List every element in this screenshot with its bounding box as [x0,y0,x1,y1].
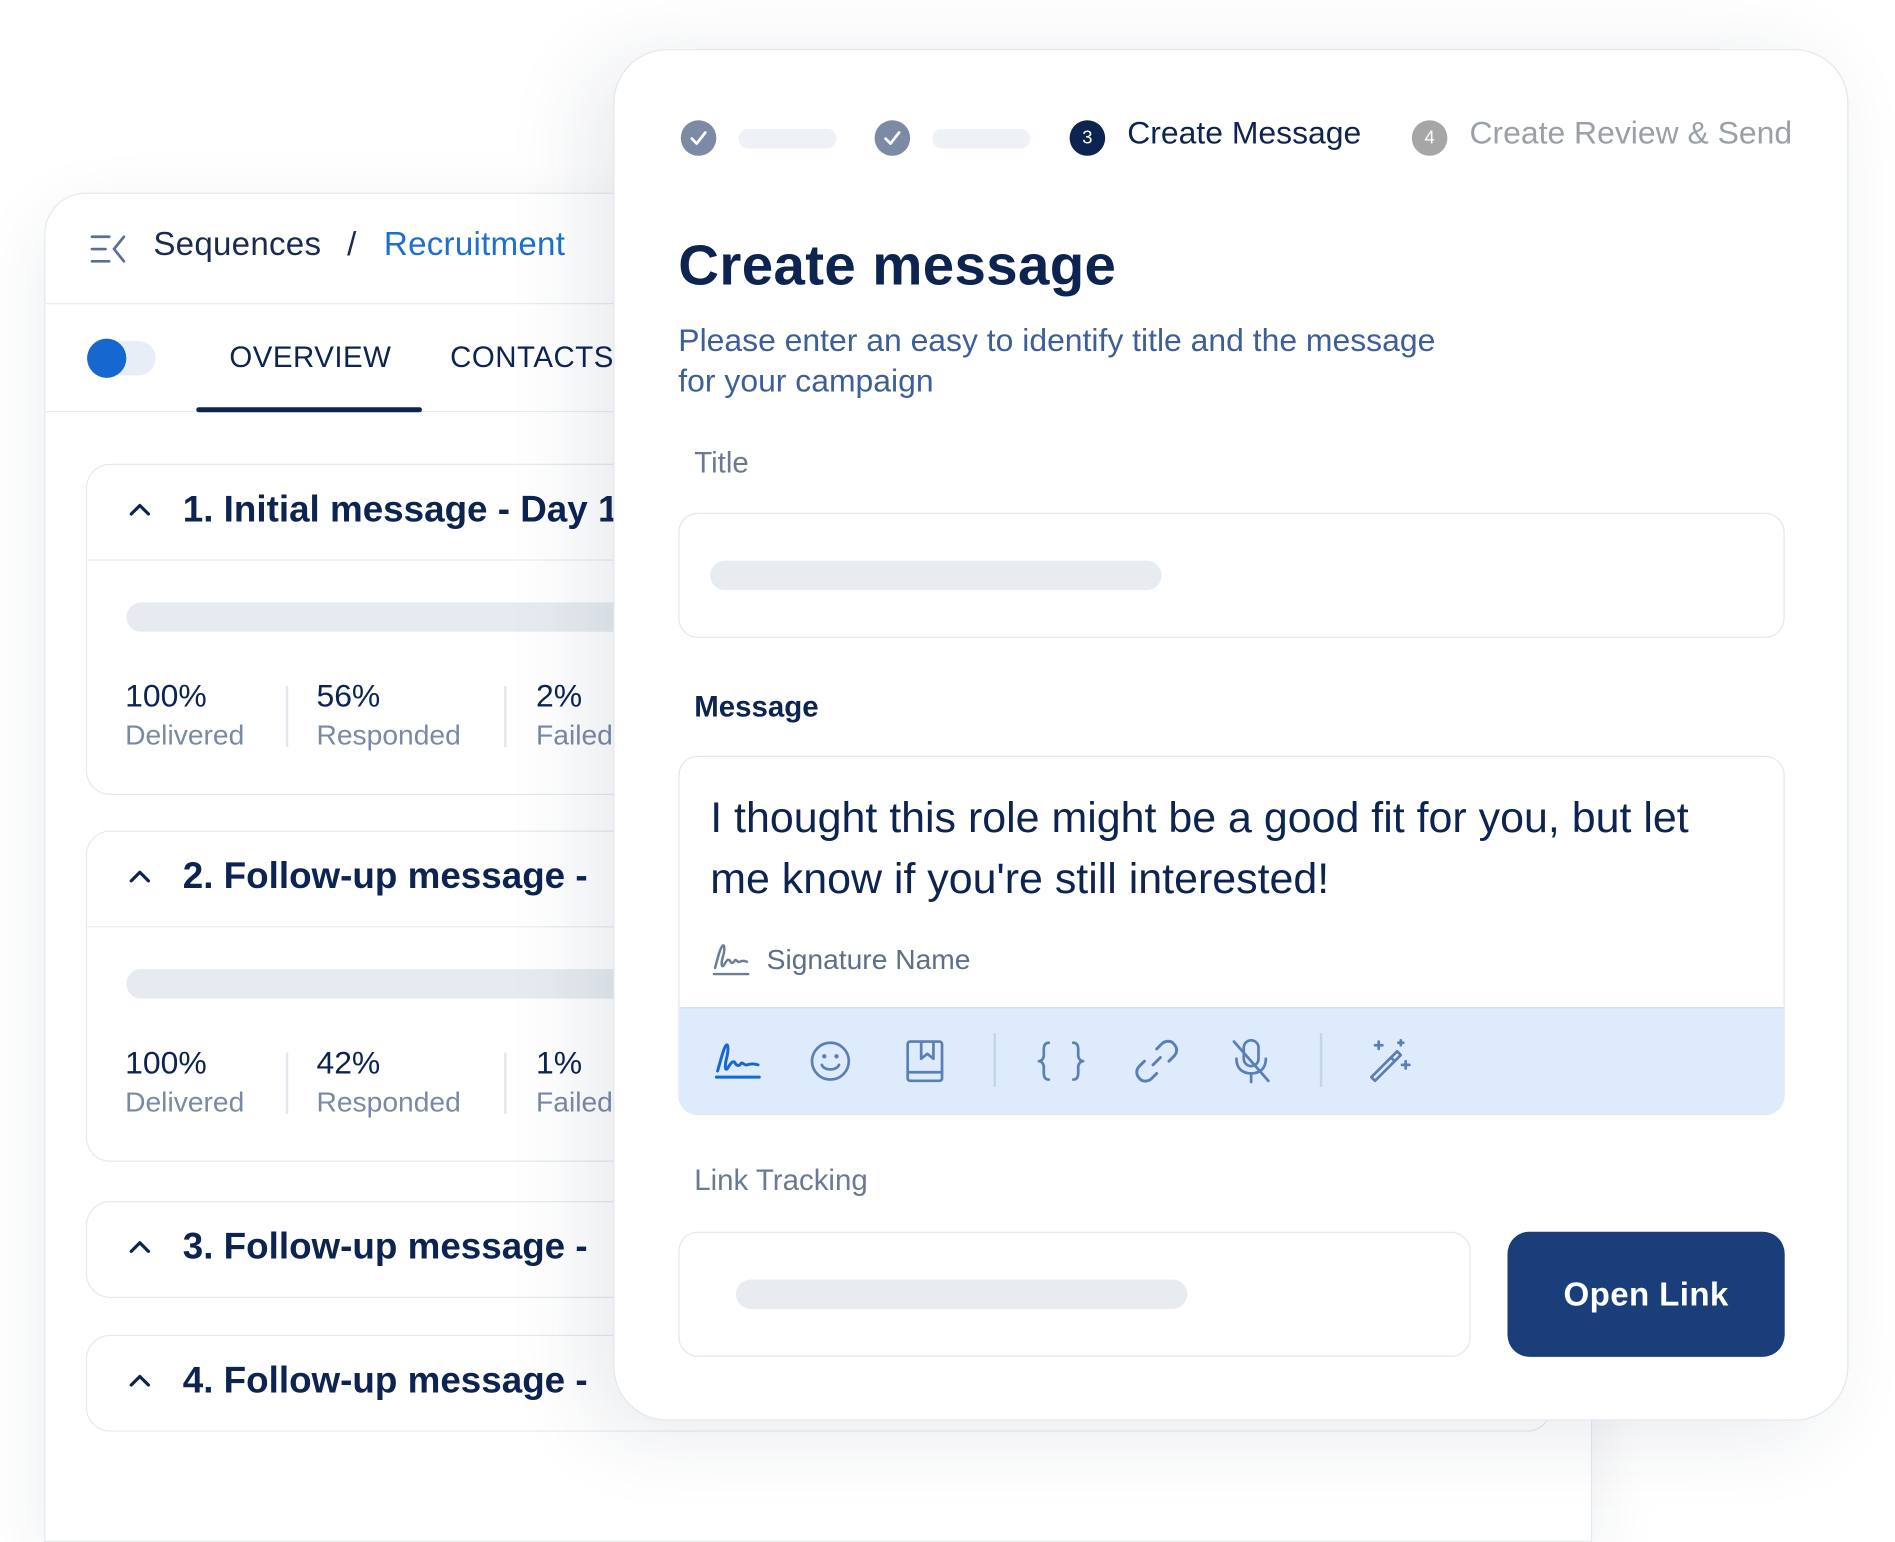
breadcrumb-sequences[interactable]: Sequences [153,226,321,264]
magic-wand-icon [1369,1038,1411,1083]
sequence-toggle[interactable] [87,338,156,378]
stat-responded: 56% Responded [316,676,460,755]
toggle-knob [87,338,127,378]
signature-name: Signature Name [766,943,971,976]
stat-label: Responded [316,1085,461,1118]
step-1-complete-check-icon [680,120,717,156]
voice-button[interactable] [1223,1033,1279,1089]
link-icon [1135,1039,1179,1083]
message-text[interactable]: I thought this role might be a good fit … [710,788,1740,911]
stat-failed: 1% Failed [536,1043,613,1122]
stat-value: 1% [536,1044,583,1081]
stat-value: 100% [125,677,207,714]
stat-label: Failed [536,718,613,751]
emoji-icon [810,1041,851,1081]
stat-label: Failed [536,1085,613,1118]
stat-divider [504,1052,506,1114]
step-4-label[interactable]: Create Review & Send [1469,114,1792,152]
message-toolbar [679,1007,1784,1114]
stat-label: Delivered [125,718,245,751]
stat-value: 100% [125,1044,207,1081]
chevron-up-icon[interactable] [129,869,151,884]
step-3-number: 3 [1069,120,1106,156]
signature-button[interactable] [709,1033,765,1089]
sequence-title: 2. Follow-up message - [182,856,588,897]
sequence-title: 3. Follow-up message - [182,1226,588,1268]
stat-responded: 42% Responded [316,1043,460,1122]
ai-assist-button[interactable] [1362,1033,1418,1089]
braces-icon [1037,1041,1085,1081]
modal-subtitle: Please enter an easy to identify title a… [678,321,1436,399]
stat-divider [285,685,288,748]
stat-delivered: 100% Delivered [125,1043,244,1122]
toolbar-divider [993,1032,996,1087]
chevron-up-icon[interactable] [129,1239,151,1254]
breadcrumb-recruitment[interactable]: Recruitment [384,226,565,264]
signature-icon [714,1043,761,1079]
emoji-button[interactable] [802,1033,858,1089]
chevron-up-icon[interactable] [129,1373,151,1388]
signature-icon [712,944,750,976]
stat-failed: 2% Failed [536,676,613,755]
modal-title: Create message [678,233,1117,297]
link-tracking-label: Link Tracking [694,1164,868,1198]
stat-divider [285,1052,288,1114]
link-tracking-input[interactable] [678,1231,1471,1357]
step-1-label-placeholder [738,128,837,149]
mic-off-icon [1232,1038,1270,1084]
stat-delivered: 100% Delivered [125,676,244,755]
title-placeholder-bar [710,560,1162,591]
title-input[interactable] [678,512,1785,638]
bookmark-icon [906,1040,944,1083]
step-2-complete-check-icon [874,120,911,156]
open-link-button[interactable]: Open Link [1507,1231,1785,1357]
message-editor[interactable]: I thought this role might be a good fit … [678,755,1785,1116]
message-label: Message [694,690,819,724]
tab-overview[interactable]: OVERVIEW [229,341,391,375]
step-2-label-placeholder [932,128,1031,149]
template-button[interactable] [897,1033,953,1089]
title-label: Title [694,446,749,480]
chevron-up-icon[interactable] [129,502,151,517]
variables-button[interactable] [1033,1033,1089,1089]
toolbar-divider [1319,1032,1322,1087]
active-tab-indicator [196,407,422,413]
stat-value: 42% [316,1044,381,1081]
stat-value: 56% [316,677,381,714]
sequence-title: 4. Follow-up message - [182,1360,588,1402]
create-message-modal: 3 Create Message 4 Create Review & Send … [613,49,1849,1421]
step-4-number: 4 [1411,120,1448,156]
insert-link-button[interactable] [1128,1033,1184,1089]
stat-value: 2% [536,677,583,714]
step-3-label[interactable]: Create Message [1127,114,1361,152]
tab-contacts[interactable]: CONTACTS [450,341,614,375]
link-placeholder-bar [735,1279,1188,1309]
stat-label: Delivered [125,1085,245,1118]
breadcrumb-separator: / [347,225,357,263]
sequence-title: 1. Initial message - Day 1 [182,489,619,530]
collapse-menu-icon[interactable] [90,233,129,265]
stat-divider [504,685,506,748]
stat-label: Responded [316,718,461,751]
